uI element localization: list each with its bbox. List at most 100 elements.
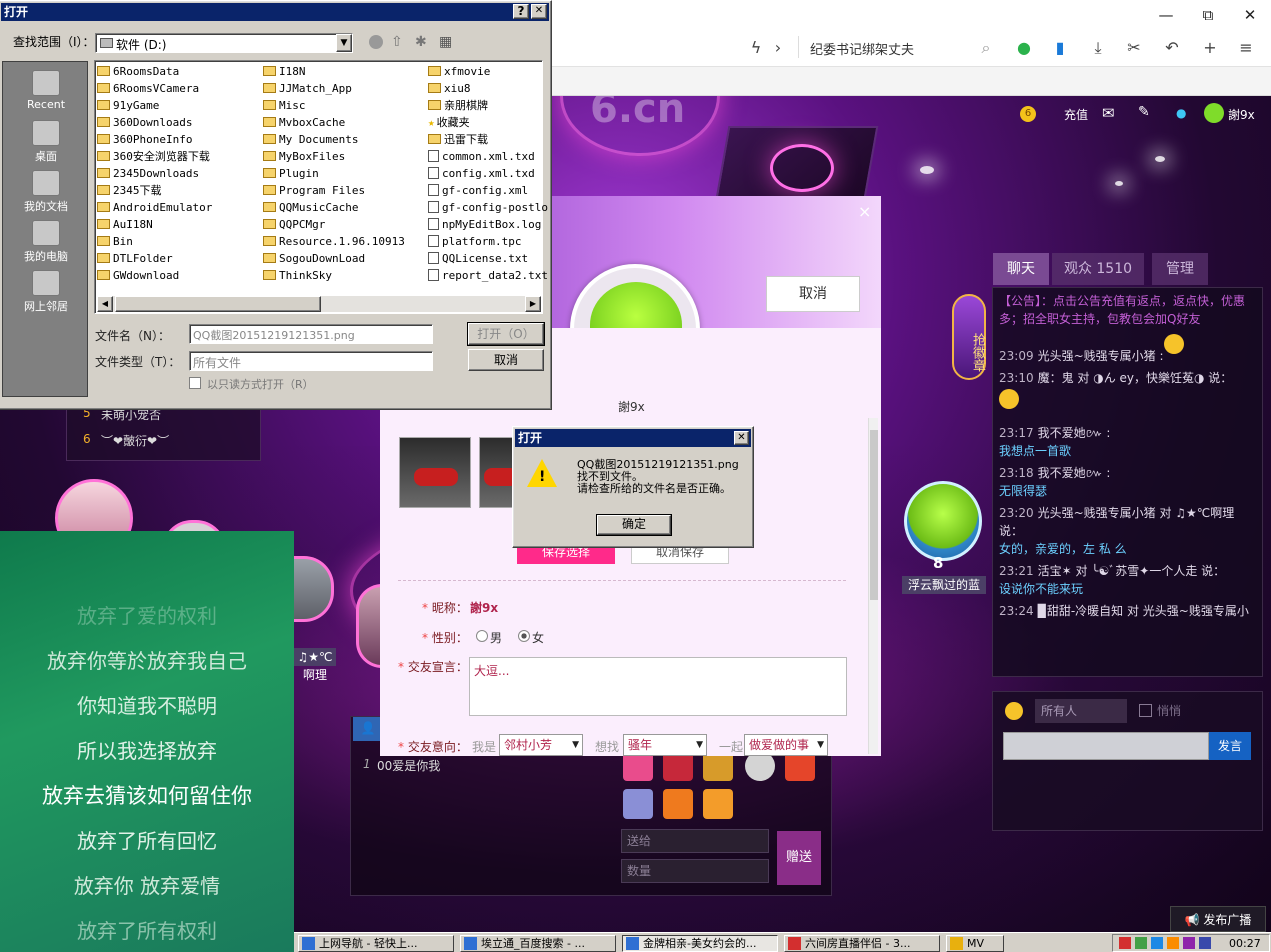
restore-button[interactable]: ⧉ <box>1188 4 1228 26</box>
file-list-item[interactable]: config.xml.txd <box>428 165 535 182</box>
file-list-item[interactable]: 360安全浏览器下载 <box>97 148 210 165</box>
file-list-item[interactable]: Program Files <box>263 182 365 199</box>
avatar[interactable] <box>1204 103 1224 123</box>
minimize-button[interactable]: — <box>1146 4 1186 26</box>
dialog-close-button[interactable]: ✕ <box>531 4 547 19</box>
chevron-right-icon[interactable]: › <box>768 38 788 58</box>
message-sender[interactable]: 活宝✶ 对 ╰☯ﾞ苏雪✦一个人走 说： <box>1038 564 1226 578</box>
file-list-item[interactable]: platform.tpc <box>428 233 521 250</box>
file-list-item[interactable]: 迅雷下载 <box>428 131 488 148</box>
file-list-item[interactable]: I18N <box>263 63 306 80</box>
tab-chat[interactable]: 聊天 <box>993 253 1049 285</box>
message-sender[interactable]: 我不爱她៚ : <box>1038 426 1111 440</box>
file-list-item[interactable]: Resource.1.96.10913 <box>263 233 405 250</box>
file-list-item[interactable]: 2345Downloads <box>97 165 199 182</box>
username[interactable]: 謝9x <box>1228 106 1255 123</box>
place-documents[interactable]: 我的文档 <box>3 170 89 214</box>
menu-icon[interactable]: ≡ <box>1236 38 1256 58</box>
view-menu-icon[interactable]: ▦ <box>439 34 452 50</box>
taskbar-item[interactable]: 六间房直播伴侣 - 3... <box>784 935 940 952</box>
close-button[interactable]: ✕ <box>1230 4 1270 26</box>
file-list-item[interactable]: Bin <box>97 233 133 250</box>
looking-select[interactable]: 骚年 <box>623 734 707 756</box>
shield-icon[interactable]: ● <box>1176 106 1186 120</box>
scrollbar[interactable] <box>868 418 878 754</box>
place-computer[interactable]: 我的电脑 <box>3 220 89 264</box>
sparkle-icon[interactable] <box>703 789 733 819</box>
lightning-icon[interactable]: ϟ <box>746 38 766 58</box>
chevron-down-icon[interactable]: ▼ <box>336 34 352 52</box>
scissors-icon[interactable]: ✂ <box>1124 38 1144 58</box>
message-sender[interactable]: ▉甜甜-冷暖自知 对 光头强~贱强专属小 <box>1038 604 1249 618</box>
clock[interactable]: 00:27 <box>1229 937 1261 950</box>
gender-female-radio[interactable] <box>518 630 530 642</box>
tray-icon[interactable] <box>1135 937 1147 949</box>
together-select[interactable]: 做爱做的事 <box>744 734 828 756</box>
open-button[interactable]: 打开（O） <box>467 322 545 346</box>
chat-icon[interactable]: ● <box>1014 38 1034 58</box>
tray-icon[interactable] <box>1167 937 1179 949</box>
file-list-item[interactable]: DTLFolder <box>97 250 173 267</box>
tray-icon[interactable] <box>1199 937 1211 949</box>
motto-textarea[interactable]: 大逗... <box>469 657 847 716</box>
help-button[interactable]: ? <box>513 4 529 19</box>
nickname-value[interactable]: 謝9x <box>470 599 498 616</box>
ok-button[interactable]: 确定 <box>596 514 672 536</box>
lookin-select[interactable]: 软件 (D:) ▼ <box>95 33 353 53</box>
message-sender[interactable]: 光头强~贱强专属小猪 : <box>1038 349 1164 363</box>
quantity-input[interactable]: 数量 <box>621 859 769 883</box>
close-icon[interactable]: × <box>858 202 871 221</box>
cancel-button[interactable]: 取消 <box>766 276 860 312</box>
place-recent[interactable]: Recent <box>3 70 89 111</box>
emoji-icon[interactable] <box>1005 702 1023 720</box>
error-close-button[interactable]: ✕ <box>734 431 749 445</box>
file-list-item[interactable]: 91yGame <box>97 97 159 114</box>
send-button[interactable]: 发言 <box>1209 732 1251 760</box>
user-avatar[interactable] <box>904 481 982 561</box>
filetype-select[interactable]: 所有文件 <box>189 351 433 371</box>
file-list-item[interactable]: 6RoomsData <box>97 63 179 80</box>
file-list-item[interactable]: gf-config-postlo <box>428 199 548 216</box>
ring-icon[interactable] <box>623 789 653 819</box>
tab-manage[interactable]: 管理 <box>1152 253 1208 285</box>
up-folder-icon[interactable]: ⇧ <box>391 34 403 50</box>
file-list-item[interactable]: ThinkSky <box>263 267 332 284</box>
file-list-item[interactable]: 亲朋棋牌 <box>428 97 488 114</box>
file-list-item[interactable]: AuI18N <box>97 216 153 233</box>
place-desktop[interactable]: 桌面 <box>3 120 89 164</box>
mail-icon[interactable]: ✉ <box>1102 104 1115 122</box>
file-list-item[interactable]: 6RoomsVCamera <box>97 80 199 97</box>
taskbar-item[interactable]: 金牌相亲-美女约会的... <box>622 935 778 952</box>
file-list-item[interactable]: SogouDownLoad <box>263 250 365 267</box>
photo-thumbnail[interactable] <box>399 437 471 508</box>
file-list-item[interactable]: AndroidEmulator <box>97 199 212 216</box>
phone-icon[interactable]: ▮ <box>1050 38 1070 58</box>
recipient-select[interactable]: 所有人 <box>1035 699 1127 723</box>
file-list-item[interactable]: MyBoxFiles <box>263 148 345 165</box>
file-list-item[interactable]: gf-config.xml <box>428 182 528 199</box>
tray-icon[interactable] <box>1183 937 1195 949</box>
file-list-item[interactable]: 2345下载 <box>97 182 162 199</box>
edit-icon[interactable]: ✎ <box>1138 104 1150 120</box>
taskbar-item[interactable]: 上网导航 - 轻快上... <box>298 935 454 952</box>
tray-icon[interactable] <box>1119 937 1131 949</box>
coin-icon[interactable]: 6 <box>1020 106 1036 122</box>
file-list-item[interactable]: QQMusicCache <box>263 199 358 216</box>
file-list-item[interactable]: 360Downloads <box>97 114 192 131</box>
tab-audience[interactable]: 观众 1510 <box>1052 253 1144 285</box>
rank-name[interactable]: ︶❤皾衍❤︶ <box>101 432 169 449</box>
recharge-link[interactable]: 充值 <box>1064 106 1088 123</box>
i-am-select[interactable]: 邻村小芳 <box>499 734 583 756</box>
file-list-item[interactable]: JJMatch_App <box>263 80 352 97</box>
back-icon[interactable] <box>369 35 383 49</box>
tray-icon[interactable] <box>1151 937 1163 949</box>
file-list-item[interactable]: QQPCMgr <box>263 216 325 233</box>
search-input[interactable]: 纪委书记绑架丈夫 <box>810 39 914 58</box>
message-sender[interactable]: 魔：鬼 对 ◑ん ey，快樂饪菟◑ 说： <box>1038 371 1233 385</box>
file-list-item[interactable]: Plugin <box>263 165 319 182</box>
gender-male-radio[interactable] <box>476 630 488 642</box>
plus-icon[interactable]: + <box>1200 38 1220 58</box>
whisper-checkbox[interactable] <box>1139 704 1152 717</box>
taskbar-item[interactable]: 埃立通_百度搜索 - ... <box>460 935 616 952</box>
readonly-checkbox[interactable] <box>189 377 201 389</box>
